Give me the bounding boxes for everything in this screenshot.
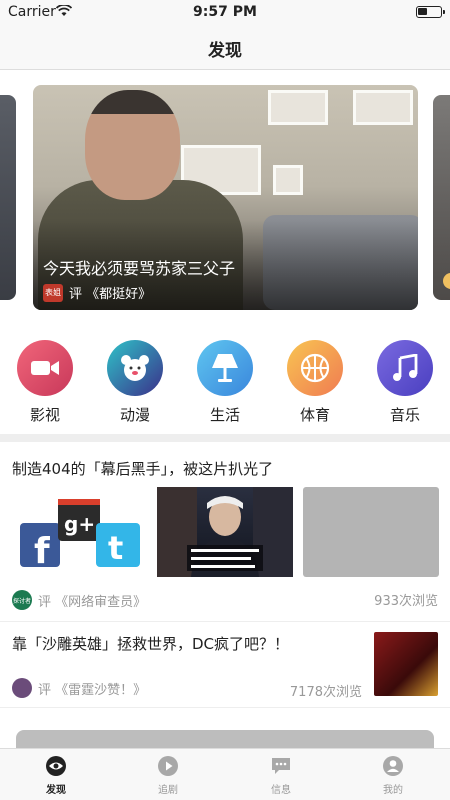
bear-icon <box>107 340 163 396</box>
category-label: 影视 <box>29 406 60 424</box>
view-count: 7178次浏览 <box>289 685 362 700</box>
category-label: 动漫 <box>119 406 150 424</box>
banner-carousel[interactable]: 今天我必须要骂苏家三父子 表姐 评 《都挺好》 <box>0 70 450 325</box>
feed-thumbnail: f g+ t <box>12 487 148 577</box>
category-music[interactable]: 音乐 <box>375 340 435 425</box>
feed-headline: 制造404的「幕后黑手」，被这片扒光了 <box>12 460 274 478</box>
banner-card[interactable]: 今天我必须要骂苏家三父子 表姐 评 《都挺好》 <box>33 85 418 310</box>
avatar: 探讨者 <box>12 590 32 610</box>
lamp-icon <box>197 340 253 396</box>
section-divider <box>0 708 450 730</box>
chat-bubble-icon <box>272 758 290 774</box>
avatar <box>12 678 32 698</box>
source-logo: 表姐 <box>43 283 63 302</box>
category-film[interactable]: 影视 <box>15 340 75 425</box>
feed-source: 评 《雷霆沙赞！》 <box>12 678 146 698</box>
feed-thumbnail <box>157 487 293 577</box>
tab-discover[interactable]: 发现 <box>16 755 96 796</box>
svg-text:t: t <box>108 529 123 567</box>
tab-profile[interactable]: 我的 <box>353 755 433 796</box>
banner-source-text: 评 《都挺好》 <box>69 287 152 302</box>
feed-item[interactable]: 制造404的「幕后黑手」，被这片扒光了 f g+ t 探讨者 评 《网络审查员》 <box>0 442 450 622</box>
feed-headline: 靠「沙雕英雄」拯救世界，DC疯了吧？！ <box>12 635 290 653</box>
battery-icon <box>416 6 445 18</box>
eye-icon <box>46 756 66 776</box>
tab-shows[interactable]: 追剧 <box>128 755 208 796</box>
play-circle-icon <box>158 756 178 776</box>
tab-label: 信息 <box>271 785 291 796</box>
tab-bar: 发现 追剧 信息 我的 <box>0 748 450 800</box>
banner-title: 今天我必须要骂苏家三父子 <box>43 259 236 278</box>
clock: 9:57 PM <box>193 4 257 20</box>
feed-source-text: 评 《网络审查员》 <box>38 594 147 610</box>
feed-thumbnail <box>374 632 438 696</box>
tab-label: 追剧 <box>158 785 178 796</box>
carousel-next-card[interactable] <box>433 95 450 300</box>
category-label: 体育 <box>299 406 330 424</box>
tab-label: 我的 <box>383 785 403 796</box>
view-count: 933次浏览 <box>374 594 438 609</box>
tab-label: 发现 <box>46 785 66 796</box>
feed-thumbnail-placeholder <box>303 487 439 577</box>
category-life[interactable]: 生活 <box>195 340 255 425</box>
category-label: 生活 <box>209 406 240 424</box>
svg-text:g+: g+ <box>64 512 95 536</box>
feed-item[interactable]: 靠「沙雕英雄」拯救世界，DC疯了吧？！ 评 《雷霆沙赞！》 7178次浏览 <box>0 622 450 708</box>
category-sports[interactable]: 体育 <box>285 340 345 425</box>
music-note-icon <box>377 340 433 396</box>
section-divider <box>0 434 450 442</box>
video-camera-icon <box>17 340 73 396</box>
feed-next-card[interactable] <box>16 730 434 750</box>
tab-messages[interactable]: 信息 <box>241 755 321 796</box>
category-row: 影视 动漫 生活 体育 音乐 <box>0 340 450 430</box>
feed-source-text: 评 《雷霆沙赞！》 <box>38 682 147 698</box>
basketball-icon <box>287 340 343 396</box>
svg-text:f: f <box>34 531 50 572</box>
carousel-prev-card[interactable] <box>0 95 16 300</box>
feed-source: 探讨者 评 《网络审查员》 <box>12 590 146 610</box>
category-label: 音乐 <box>389 406 420 424</box>
category-anime[interactable]: 动漫 <box>105 340 165 425</box>
user-icon <box>383 756 403 776</box>
status-bar: Carrier 9:57 PM <box>0 0 450 24</box>
navigation-bar: 发现 <box>0 24 450 70</box>
page-title: 发现 <box>208 41 242 61</box>
banner-source: 表姐 评 《都挺好》 <box>43 283 151 302</box>
